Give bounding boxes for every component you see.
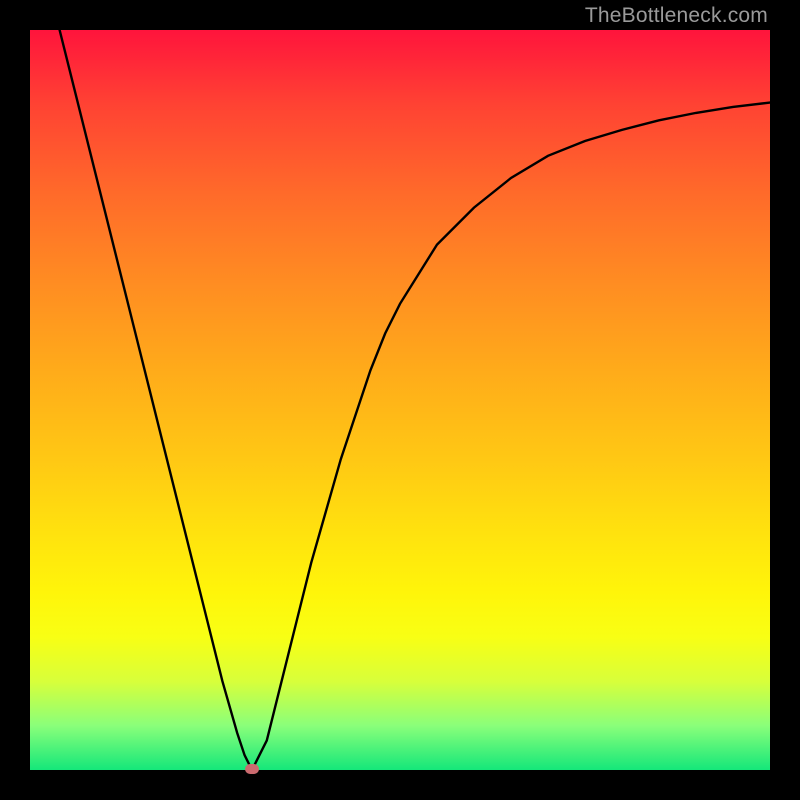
bottleneck-curve (30, 30, 770, 770)
watermark-text: TheBottleneck.com (585, 4, 768, 28)
chart-frame: TheBottleneck.com (0, 0, 800, 800)
optimal-point-marker (245, 764, 259, 774)
